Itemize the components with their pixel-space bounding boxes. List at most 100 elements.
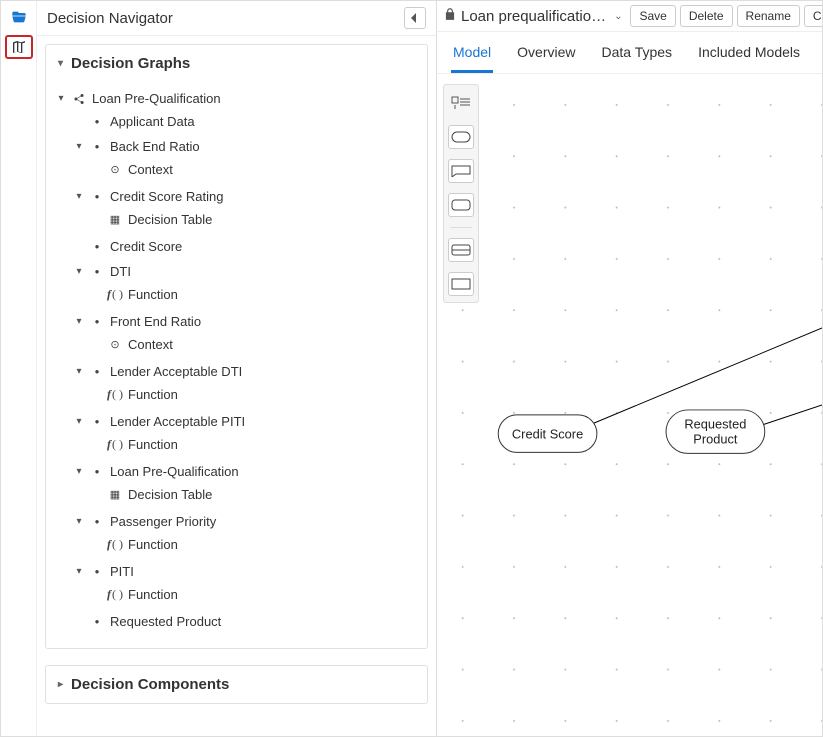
table-icon	[108, 213, 122, 226]
tree-root[interactable]: Loan Pre-Qualification	[54, 88, 419, 109]
tab-model[interactable]: Model	[451, 40, 493, 73]
tree-child-item[interactable]: Decision Table	[90, 209, 419, 230]
file-dropdown-icon[interactable]: ⌄	[610, 11, 626, 22]
tree-item[interactable]: Lender Acceptable PITI	[72, 411, 419, 432]
node-credit-score[interactable]: Credit Score	[498, 415, 597, 453]
editor-toolbar: Loan prequalificatio… ⌄ Save Delete Rena…	[437, 1, 822, 32]
dot-icon	[90, 367, 104, 376]
dot-icon	[90, 567, 104, 576]
tree-child-item[interactable]: Context	[90, 159, 419, 180]
sidebar-header: Decision Navigator	[37, 1, 436, 36]
rename-button[interactable]: Rename	[737, 5, 800, 27]
editor-tabs: Model Overview Data Types Included Model…	[437, 32, 822, 74]
model-canvas[interactable]: Credit Score Requested Product	[437, 74, 822, 736]
panel-decision-components: Decision Components	[45, 665, 428, 704]
lock-icon	[443, 7, 457, 25]
dot-icon	[90, 617, 104, 626]
caret-icon	[74, 516, 84, 527]
tree-child-item[interactable]: Decision Table	[90, 484, 419, 505]
project-explorer-icon[interactable]	[5, 5, 33, 29]
caret-icon	[74, 191, 84, 202]
sidebar: Decision Navigator Decision Graphs	[37, 1, 437, 736]
node-requested-product-label-2: Product	[693, 432, 738, 447]
ctx-icon	[108, 163, 122, 176]
tree-item-label: Credit Score Rating	[110, 189, 223, 204]
fn-icon	[108, 537, 122, 552]
tree-child-item[interactable]: Context	[90, 334, 419, 355]
tree-child-item[interactable]: Function	[90, 534, 419, 555]
fn-icon	[108, 437, 122, 452]
copy-button[interactable]: Co	[804, 5, 822, 27]
panel-decision-components-header[interactable]: Decision Components	[46, 666, 427, 703]
fn-icon	[108, 587, 122, 602]
dot-icon	[90, 467, 104, 476]
tree-item[interactable]: DTI	[72, 261, 419, 282]
tree-item[interactable]: Applicant Data	[72, 111, 419, 132]
delete-button[interactable]: Delete	[680, 5, 733, 27]
tree-item[interactable]: Credit Score	[72, 236, 419, 257]
tab-overview[interactable]: Overview	[515, 40, 577, 73]
tool-ks[interactable]	[448, 272, 474, 296]
tree-child-item[interactable]: Function	[90, 284, 419, 305]
tree-item[interactable]: Back End Ratio	[72, 136, 419, 157]
panel-decision-graphs-header[interactable]: Decision Graphs	[46, 45, 427, 82]
tree-item[interactable]: Passenger Priority	[72, 511, 419, 532]
icon-rail	[1, 1, 37, 736]
tree-item-label: Requested Product	[110, 614, 221, 629]
tree-child-label: Decision Table	[128, 212, 212, 227]
share-icon	[72, 93, 86, 105]
node-requested-product-label-1: Requested	[684, 417, 746, 432]
tree-item-label: Lender Acceptable DTI	[110, 364, 242, 379]
tree-item[interactable]: Requested Product	[72, 611, 419, 632]
tree-item-label: PITI	[110, 564, 134, 579]
panel-decision-components-title: Decision Components	[71, 676, 229, 693]
tree-child-label: Function	[128, 287, 178, 302]
tab-included-models[interactable]: Included Models	[696, 40, 802, 73]
tree-child-item[interactable]: Function	[90, 434, 419, 455]
save-button[interactable]: Save	[630, 5, 675, 27]
decision-navigator-icon[interactable]	[5, 35, 33, 59]
dot-icon	[90, 417, 104, 426]
tree-child-label: Function	[128, 387, 178, 402]
panel-decision-graphs: Decision Graphs Loan Pre-Qualification	[45, 44, 428, 649]
tree-item-label: Front End Ratio	[110, 314, 201, 329]
tool-oval-input[interactable]	[448, 125, 474, 149]
sidebar-title: Decision Navigator	[47, 10, 173, 27]
dot-icon	[90, 142, 104, 151]
tree-child-item[interactable]: Function	[90, 584, 419, 605]
dot-icon	[90, 317, 104, 326]
ctx-icon	[108, 338, 122, 351]
tree-item[interactable]: Lender Acceptable DTI	[72, 361, 419, 382]
caret-icon	[74, 566, 84, 577]
tree-child-item[interactable]: Function	[90, 384, 419, 405]
tree-child-label: Function	[128, 587, 178, 602]
tab-data-types[interactable]: Data Types	[600, 40, 675, 73]
tree-item-label: Passenger Priority	[110, 514, 216, 529]
tool-bkm[interactable]	[448, 238, 474, 262]
tool-decision[interactable]	[448, 193, 474, 217]
tree-item[interactable]: Front End Ratio	[72, 311, 419, 332]
caret-icon	[74, 316, 84, 327]
tool-lasso[interactable]	[448, 91, 474, 115]
tree-child-label: Function	[128, 537, 178, 552]
tree-item-label: Lender Acceptable PITI	[110, 414, 245, 429]
dot-icon	[90, 267, 104, 276]
tree-item-label: Loan Pre-Qualification	[110, 464, 239, 479]
table-icon	[108, 488, 122, 501]
fn-icon	[108, 387, 122, 402]
tree-child-label: Context	[128, 162, 173, 177]
file-title: Loan prequalificatio…	[443, 7, 606, 25]
node-requested-product[interactable]: Requested Product	[666, 410, 765, 453]
panel-decision-graphs-title: Decision Graphs	[71, 55, 190, 72]
dot-icon	[90, 192, 104, 201]
caret-icon	[74, 141, 84, 152]
tree-item[interactable]: PITI	[72, 561, 419, 582]
tool-annotation[interactable]	[448, 159, 474, 183]
caret-icon	[74, 466, 84, 477]
tree-child-label: Function	[128, 437, 178, 452]
collapse-sidebar-button[interactable]	[404, 7, 426, 29]
tree-item[interactable]: Credit Score Rating	[72, 186, 419, 207]
tree-root-label: Loan Pre-Qualification	[92, 91, 221, 106]
shape-palette	[443, 84, 479, 303]
tree-item[interactable]: Loan Pre-Qualification	[72, 461, 419, 482]
